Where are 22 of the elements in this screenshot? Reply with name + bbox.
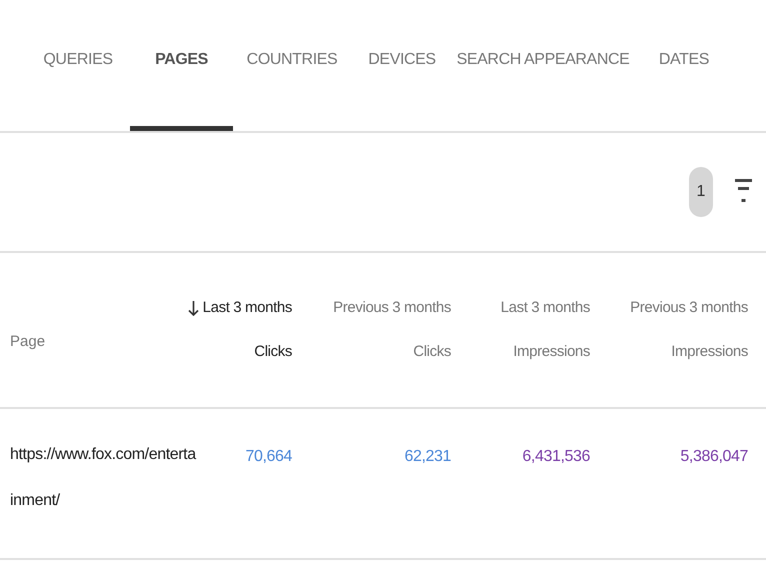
- filter-icon[interactable]: [735, 179, 752, 205]
- metric-value: 70,664: [245, 447, 292, 467]
- column-period[interactable]: Last 3 months: [202, 296, 292, 319]
- tab[interactable]: SEARCH APPEARANCE: [453, 0, 633, 131]
- page-url[interactable]: https://www.fox.com/entertainment/: [10, 432, 197, 524]
- column-period[interactable]: Last 3 months: [500, 296, 590, 319]
- column-period[interactable]: Previous 3 months: [333, 296, 451, 319]
- tab[interactable]: COUNTRIES: [233, 0, 351, 131]
- column-header[interactable]: Impressions: [513, 341, 590, 364]
- column-header[interactable]: Clicks: [254, 341, 292, 364]
- column-header[interactable]: Impressions: [671, 341, 748, 364]
- tab[interactable]: DATES: [633, 0, 735, 131]
- tab[interactable]: PAGES: [130, 0, 233, 131]
- column-header[interactable]: Page: [10, 306, 46, 354]
- column-period[interactable]: Previous 3 months: [630, 296, 748, 319]
- tab[interactable]: DEVICES: [351, 0, 453, 131]
- tab[interactable]: QUERIES: [26, 0, 130, 131]
- metric-value: 6,431,536: [522, 447, 590, 467]
- column-header[interactable]: Clicks: [413, 341, 451, 364]
- metric-value: 62,231: [404, 447, 451, 467]
- filter-count-badge[interactable]: 1: [689, 167, 713, 217]
- metric-value: 5,386,047: [680, 447, 748, 467]
